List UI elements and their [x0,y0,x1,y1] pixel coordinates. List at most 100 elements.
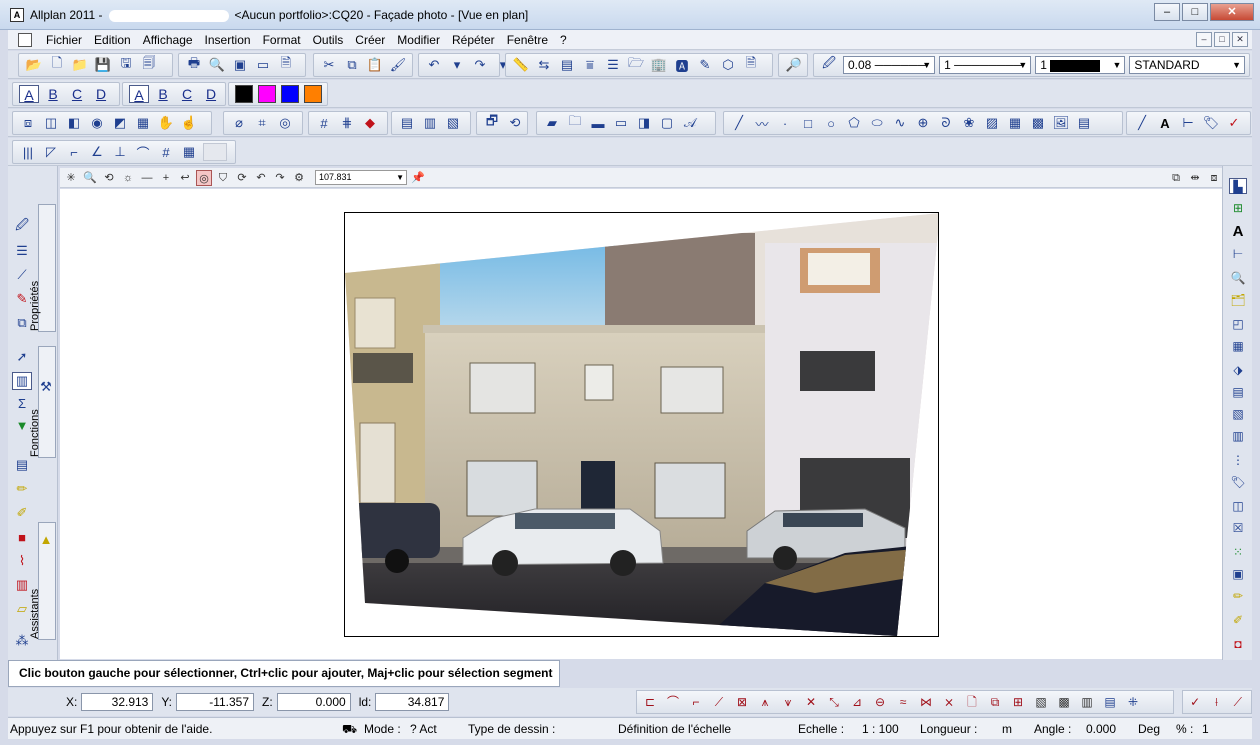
print-icon[interactable]: 🖶 [185,55,203,74]
tab-functions[interactable]: Fonctions [29,346,56,458]
copy-view-icon[interactable]: ⧈ [1206,170,1222,186]
point-icon[interactable]: · [776,114,794,132]
dim-style-a[interactable]: A [129,85,149,103]
add-layer-icon[interactable]: ⊞ [1229,200,1247,216]
snap-fill-icon[interactable]: ▩ [1055,693,1073,711]
quick-trim-icon[interactable]: ⟊ [1208,693,1224,711]
snap-mid-icon[interactable]: ⩚ [756,693,774,711]
drawing-sheet[interactable] [344,212,939,637]
swatch-orange[interactable] [304,85,322,103]
tools-icon[interactable]: ⚒ [38,378,54,396]
snap-corner-icon[interactable]: ⌐ [687,693,705,711]
dimension-icon[interactable]: ⊢ [1179,114,1197,132]
pen-format-icon[interactable]: ✎ [12,290,32,308]
print-preview-icon[interactable]: 🔍 [208,56,226,74]
menu-repeter[interactable]: Répéter [446,30,501,50]
menu-modifier[interactable]: Modifier [391,30,446,50]
dim-style-d[interactable]: D [201,85,221,103]
select-box-icon[interactable]: ◫ [42,114,60,132]
style-area-icon[interactable]: ▤ [1075,114,1093,132]
zoom-window-icon[interactable]: ◎ [276,114,294,132]
multi-pen-icon[interactable]: ✐ [1229,612,1247,628]
text-style-icon[interactable]: 𝒜 [681,114,699,132]
format-painter-icon[interactable]: 🖌 [389,56,407,74]
view-3d-icon[interactable]: ⛉ [215,170,231,186]
pattern-icon[interactable]: ▦ [1006,114,1024,132]
angle-unit[interactable]: Deg [1138,722,1160,736]
mdi-minimize-button[interactable]: – [1196,32,1212,47]
text-box-icon[interactable]: 🅰 [673,56,691,74]
menu-outils[interactable]: Outils [307,30,350,50]
ellipse-icon[interactable]: ⬭ [868,114,886,132]
distance-icon[interactable]: ⇆ [535,56,553,74]
ruler-icon[interactable]: ▱ [12,600,32,618]
leader-line-icon[interactable]: ╱ [1133,114,1151,132]
redo-view-icon[interactable]: ↷ [272,170,288,186]
corner-icon[interactable]: ⌐ [65,143,83,161]
parallel-lines-icon[interactable]: ||| [19,143,37,161]
split-view-icon[interactable]: ⇹ [1187,170,1203,186]
new-window-icon[interactable]: 🗗 [483,113,501,132]
select-group-icon[interactable]: ▦ [134,114,152,132]
eraser-icon[interactable]: ◆ [361,114,379,132]
drawing-canvas[interactable] [60,189,1222,659]
label-icon[interactable]: 🏷 [1202,114,1220,132]
wall-icon[interactable]: ▰ [543,114,561,132]
zoom-window-icon[interactable]: ⟲ [101,170,117,186]
menu-fenetre[interactable]: Fenêtre [501,30,554,50]
perpendicular-icon[interactable]: ⊥ [111,143,129,161]
paste-icon[interactable]: 📋 [366,56,384,74]
panel-icon[interactable]: ◫ [1229,498,1247,514]
polyline-icon[interactable]: 〰 [753,114,771,132]
hatch-icon[interactable]: ▨ [983,114,1001,132]
folder-open-icon[interactable]: 🗁 [627,55,645,74]
pencil-tool-icon[interactable]: ✏ [12,480,32,498]
spline-icon[interactable]: ∿ [891,114,909,132]
freeform-icon[interactable]: ❀ [960,114,978,132]
measure-icon[interactable]: 📏 [512,56,530,74]
text-style-d[interactable]: D [91,85,111,103]
scale-value[interactable]: 1 : 100 [862,722,899,736]
filter-list-icon[interactable]: ▤ [398,114,416,132]
swatch-black[interactable] [235,85,253,103]
save-as-icon[interactable]: 🖫 [117,55,135,74]
sum-icon[interactable]: Σ [12,394,32,412]
fill-icon[interactable]: ▩ [1029,114,1047,132]
wall-function-icon[interactable]: ▥ [12,372,32,390]
assistant-icon[interactable]: ▲ [38,530,54,548]
folder-tools-icon[interactable]: 🗂 [1229,292,1247,308]
opening-icon[interactable]: ▭ [612,114,630,132]
regen-icon[interactable]: ☼ [120,170,136,186]
folder-icon[interactable]: 🗀 [566,113,584,132]
text-icon[interactable]: A [1156,114,1174,132]
menu-insertion[interactable]: Insertion [199,30,257,50]
snap-split-icon[interactable]: ⋈ [917,693,935,711]
color-select[interactable]: 1 ▼ [1035,56,1126,74]
tangent-icon[interactable]: ⌒ [134,143,152,161]
hand-icon[interactable]: ✋ [157,114,175,132]
screen-icon[interactable]: ▭ [254,56,272,74]
tab-properties[interactable]: Propriétés [29,204,56,332]
stairs-icon[interactable]: ⌇ [12,552,32,570]
maximize-button[interactable]: □ [1182,3,1208,21]
cut-icon[interactable]: ✂ [320,56,338,74]
snap-wave-icon[interactable]: ≈ [894,693,912,711]
hand-select-icon[interactable]: ☝ [180,114,198,132]
text-style-c[interactable]: C [67,85,87,103]
percent-value[interactable]: 1 [1202,722,1209,736]
save-all-icon[interactable]: 🗐 [140,55,158,74]
quick-modify-icon[interactable]: ✓ [1187,693,1203,711]
snap-center-icon[interactable]: ⩛ [779,693,797,711]
layer-select[interactable]: STANDARD ▼ [1129,56,1246,74]
close-button[interactable]: ✕ [1210,3,1254,21]
document-icon[interactable] [18,32,32,47]
offset-icon[interactable]: ◸ [42,143,60,161]
scale-definition[interactable]: Définition de l'échelle [618,722,731,736]
menu-edition[interactable]: Edition [88,30,137,50]
layer-manager-icon[interactable]: ▤ [12,456,32,474]
filter-icon[interactable]: ▼ [12,416,32,434]
polygon-icon[interactable]: ⬠ [845,114,863,132]
frame-icon[interactable]: ▣ [1229,566,1247,582]
refresh-window-icon[interactable]: ⟲ [506,114,524,132]
undo-icon[interactable]: ↶ [425,56,443,74]
